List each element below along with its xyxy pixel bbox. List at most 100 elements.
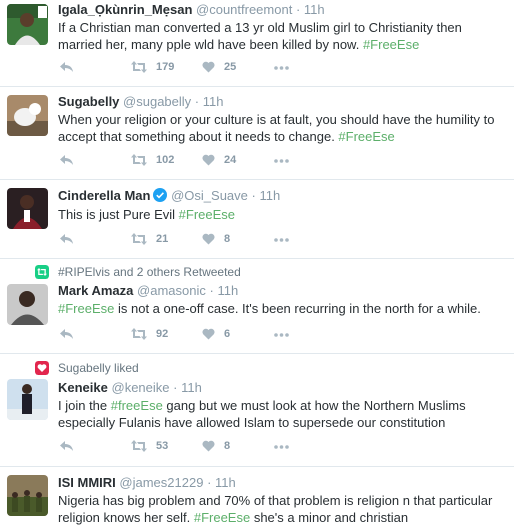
avatar[interactable] [7,379,48,420]
tweet-text: #FreeEse is not a one-off case. It's bee… [58,300,506,317]
tweet-text-part: I join the [58,398,111,413]
tweet-header: Cinderella Man @Osi_Suave · 11h [58,188,280,203]
tweet[interactable]: Sugabelly liked Keneike @keneike · 11h I… [0,354,514,467]
more-button[interactable] [274,445,289,449]
more-icon [274,238,289,242]
like-button[interactable]: 8 [202,440,230,452]
tweet-text-part: This is just Pure Evil [58,207,179,222]
display-name[interactable]: Igala_Ọkùnrin_Mẹsan [58,2,192,17]
like-context[interactable]: Sugabelly liked [35,361,139,375]
retweet-count: 92 [156,328,169,340]
like-button[interactable]: 24 [202,154,236,166]
timestamp[interactable]: 11h [215,475,236,490]
like-button[interactable]: 8 [202,233,230,245]
hashtag-link[interactable]: #FreeEse [58,301,114,316]
reply-button[interactable] [60,61,74,73]
heart-context-icon [35,361,49,375]
tweet[interactable]: Sugabelly @sugabelly · 11h When your rel… [0,87,514,180]
retweet-button[interactable]: 53 [131,440,168,452]
tweet-text-part: is not a one-off case. It's been recurri… [114,301,481,316]
tweet[interactable]: #RIPElvis and 2 others Retweeted Mark Am… [0,259,514,354]
retweet-button[interactable]: 102 [131,154,174,166]
user-handle[interactable]: @countfreemont [196,2,292,17]
tweet-text: If a Christian man converted a 13 yr old… [58,19,506,53]
tweet[interactable]: ISI MMIRI @james21229 · 11h Nigeria has … [0,467,514,527]
avatar[interactable] [7,475,48,516]
like-count: 24 [224,154,237,166]
tweet-actions: 92 6 [58,328,358,344]
user-handle[interactable]: @sugabelly [123,94,191,109]
avatar[interactable] [7,284,48,325]
retweet-icon [131,154,147,166]
reply-button[interactable] [60,328,74,340]
tweet-actions: 21 8 [58,233,358,249]
reply-icon [60,329,73,339]
separator-dot: · [295,2,301,17]
retweet-icon [131,328,147,340]
more-button[interactable] [274,159,289,163]
more-icon [274,66,289,70]
reply-icon [60,234,73,244]
reply-icon [60,441,73,451]
retweet-button[interactable]: 21 [131,233,168,245]
display-name[interactable]: ISI MMIRI [58,475,116,490]
timestamp[interactable]: 11h [217,283,238,298]
more-icon [274,159,289,163]
tweet-text-part: When your religion or your culture is at… [58,112,495,144]
timestamp[interactable]: 11h [259,188,280,203]
heart-icon [202,154,215,166]
display-name[interactable]: Cinderella Man [58,188,150,203]
tweet-text-part: she's a minor and christian [250,510,409,525]
verified-badge-icon [153,188,168,202]
separator-dot: · [207,475,212,490]
separator-dot: · [173,380,178,395]
reply-button[interactable] [60,440,74,452]
display-name[interactable]: Keneike [58,380,108,395]
retweet-button[interactable]: 92 [131,328,168,340]
tweet-header: Keneike @keneike · 11h [58,380,202,395]
timestamp[interactable]: 11h [203,94,224,109]
avatar[interactable] [7,4,48,45]
user-handle[interactable]: @Osi_Suave [171,188,248,203]
hashtag-link[interactable]: #freeEse [111,398,163,413]
heart-icon [202,440,215,452]
tweet-actions: 102 24 [58,154,358,170]
timestamp[interactable]: 11h [304,2,325,17]
more-button[interactable] [274,66,289,70]
display-name[interactable]: Mark Amaza [58,283,133,298]
timestamp[interactable]: 11h [181,380,202,395]
tweet-actions: 179 25 [58,61,358,77]
avatar[interactable] [7,188,48,229]
like-count: 8 [224,233,231,245]
like-button[interactable]: 6 [202,328,230,340]
like-context-label: Sugabelly liked [58,361,139,375]
avatar[interactable] [7,95,48,136]
retweet-button[interactable]: 179 [131,61,174,73]
more-button[interactable] [274,333,289,337]
timeline-feed: Igala_Ọkùnrin_Mẹsan @countfreemont · 11h… [0,0,514,527]
tweet-text: I join the #freeEse gang but we must loo… [58,397,506,431]
heart-icon [202,233,215,245]
hashtag-link[interactable]: #FreeEse [363,37,419,52]
reply-button[interactable] [60,154,74,166]
more-icon [274,445,289,449]
display-name[interactable]: Sugabelly [58,94,119,109]
hashtag-link[interactable]: #FreeEse [194,510,250,525]
retweet-count: 53 [156,440,169,452]
like-button[interactable]: 25 [202,61,236,73]
hashtag-link[interactable]: #FreeEse [338,129,394,144]
heart-icon [202,61,215,73]
reply-button[interactable] [60,233,74,245]
retweet-count: 102 [156,154,175,166]
like-count: 25 [224,61,237,73]
tweet-actions: 53 8 [58,440,358,456]
tweet[interactable]: Cinderella Man @Osi_Suave · 11h This is … [0,180,514,259]
hashtag-link[interactable]: #FreeEse [179,207,235,222]
user-handle[interactable]: @james21229 [119,475,203,490]
retweet-context[interactable]: #RIPElvis and 2 others Retweeted [35,265,241,279]
tweet[interactable]: Igala_Ọkùnrin_Mẹsan @countfreemont · 11h… [0,0,514,87]
tweet-text: When your religion or your culture is at… [58,111,506,145]
more-button[interactable] [274,238,289,242]
user-handle[interactable]: @amasonic [137,283,206,298]
user-handle[interactable]: @keneike [112,380,170,395]
